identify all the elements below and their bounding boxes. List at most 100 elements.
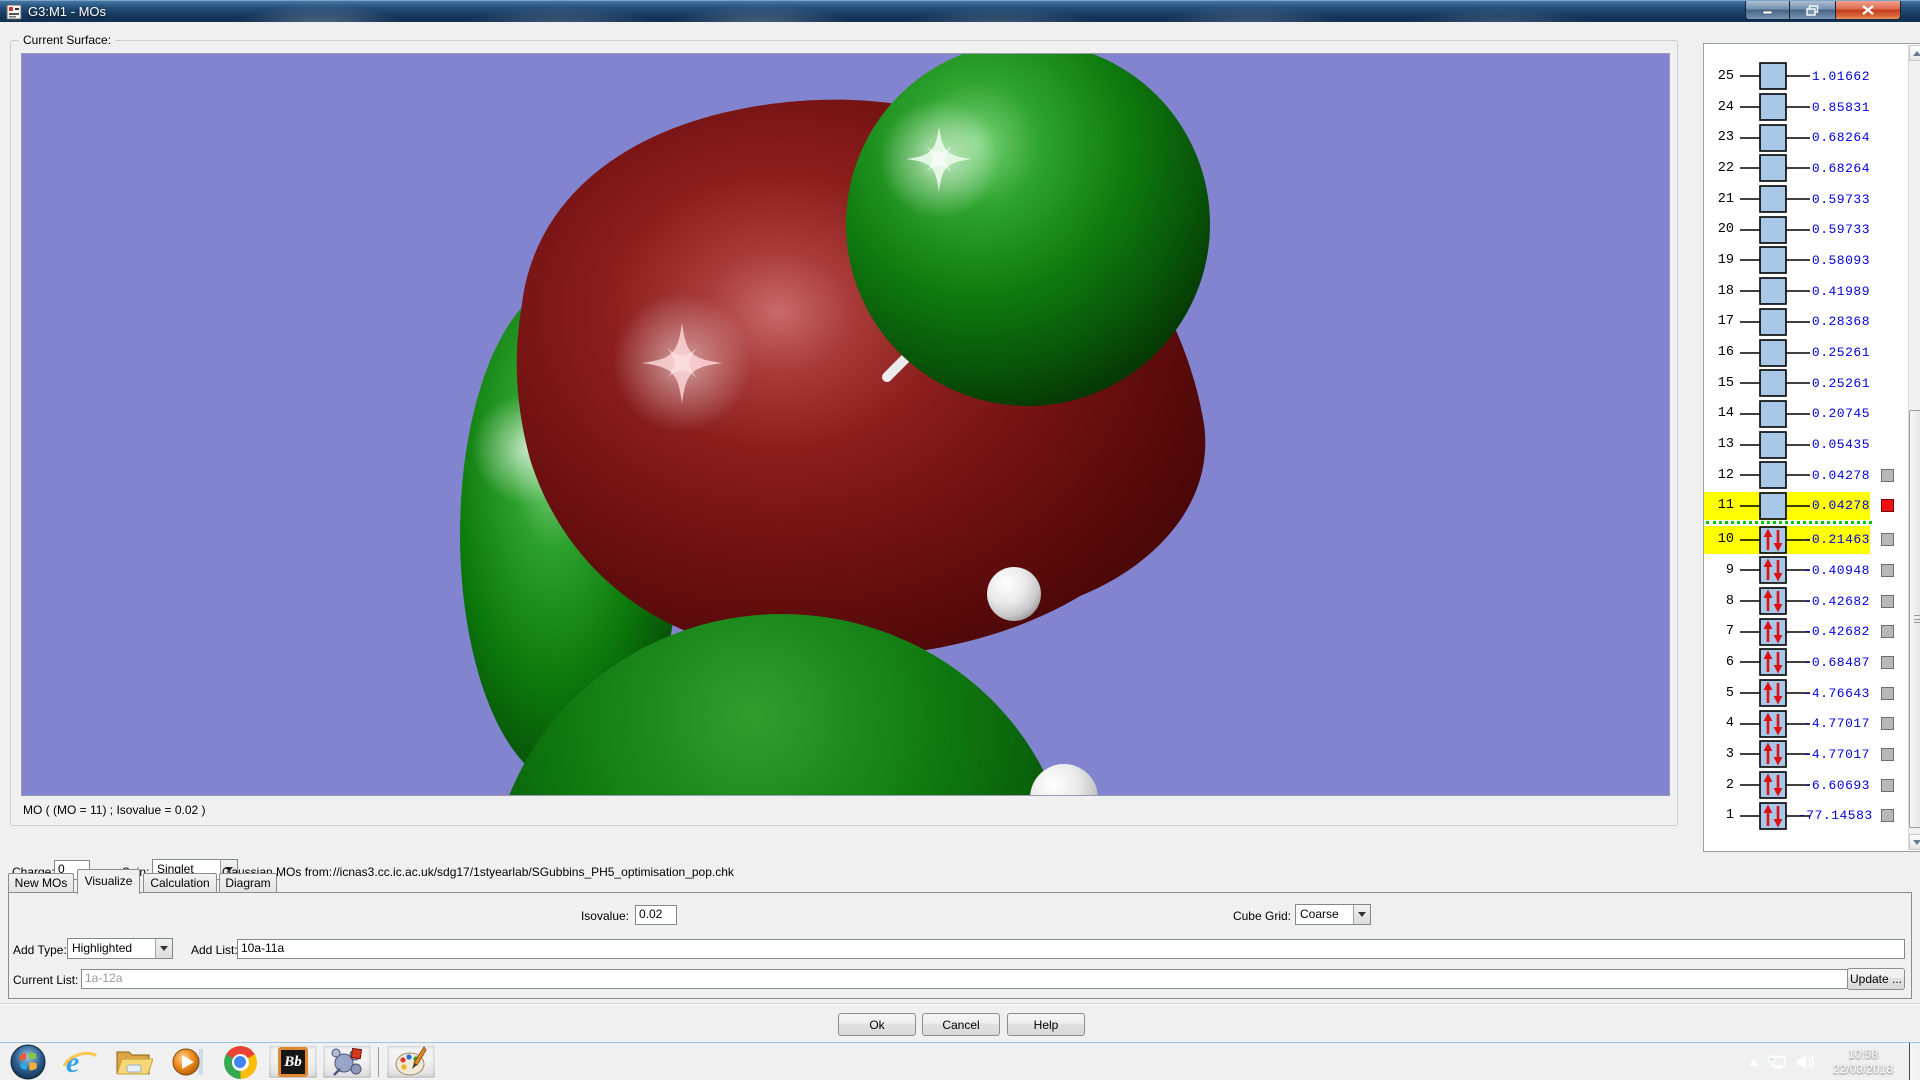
tab-calculation[interactable]: Calculation <box>143 873 217 893</box>
mo-row[interactable]: 5 -4.76643 <box>1704 678 1908 709</box>
mo-row[interactable]: 12 0.04278 <box>1704 460 1908 491</box>
mo-row[interactable]: 4 -4.77017 <box>1704 708 1908 739</box>
close-button[interactable] <box>1835 1 1901 20</box>
add-type-dropdown-button[interactable] <box>155 939 172 958</box>
mo-visualize-checkbox[interactable] <box>1881 499 1894 512</box>
tab-visualize[interactable]: Visualize <box>77 869 140 894</box>
mo-number: 19 <box>1706 253 1734 268</box>
mo-number: 5 <box>1706 686 1734 701</box>
scrollbar-thumb[interactable] <box>1909 410 1920 828</box>
mo-row[interactable]: 23 0.68264 <box>1704 122 1908 153</box>
current-list-input[interactable]: 1a-12a <box>81 969 1851 989</box>
mo-row[interactable]: 13 0.05435 <box>1704 429 1908 460</box>
volume-tray-icon[interactable] <box>1792 1053 1820 1071</box>
isovalue-input[interactable]: 0.02 <box>635 905 677 925</box>
paint-icon <box>394 1045 428 1079</box>
mo-visualize-checkbox[interactable] <box>1881 809 1894 822</box>
mo-row[interactable]: 17 0.28368 <box>1704 307 1908 338</box>
blackboard-app-button[interactable]: Bb <box>268 1045 318 1079</box>
mo-row[interactable]: 1 -77.14583 <box>1704 801 1908 832</box>
windows-explorer-icon[interactable] <box>112 1045 156 1079</box>
current-list-label: Current List: <box>13 973 78 987</box>
mo-visualize-checkbox[interactable] <box>1881 687 1894 700</box>
mo-energy-value: -0.42682 <box>1798 624 1870 639</box>
windows-logo-icon <box>10 1044 46 1080</box>
mo-row[interactable]: 21 0.59733 <box>1704 184 1908 215</box>
scroll-down-button[interactable] <box>1909 834 1920 850</box>
mo-row[interactable]: 25 1.01662 <box>1704 61 1908 92</box>
mo-row[interactable]: 10 -0.21463 <box>1704 524 1908 555</box>
mo-row[interactable]: 2 -6.60693 <box>1704 770 1908 801</box>
paint-app-button[interactable] <box>386 1045 436 1079</box>
tab-diagram[interactable]: Diagram <box>219 873 277 893</box>
add-list-input[interactable]: 10a-11a <box>237 939 1905 959</box>
cube-grid-dropdown[interactable]: Coarse <box>1295 904 1371 925</box>
mo-number: 12 <box>1706 468 1734 483</box>
ok-button[interactable]: Ok <box>838 1013 916 1036</box>
clock[interactable]: 10:58 22/03/2018 <box>1820 1047 1906 1077</box>
tab-new-mos[interactable]: New MOs <box>8 873 74 893</box>
mo-row[interactable]: 18 0.41989 <box>1704 276 1908 307</box>
clock-time: 10:58 <box>1820 1047 1906 1062</box>
separator <box>0 1003 1920 1005</box>
mo-visualize-checkbox[interactable] <box>1881 625 1894 638</box>
app-icon <box>6 4 22 20</box>
hidden-icons-button[interactable] <box>1744 1059 1764 1066</box>
mo-energy-value: -77.14583 <box>1798 808 1870 823</box>
mo-energy-value: 0.25261 <box>1798 345 1870 360</box>
help-button[interactable]: Help <box>1007 1013 1085 1036</box>
mo-energy-value: 0.28368 <box>1798 314 1870 329</box>
mo-visualize-checkbox[interactable] <box>1881 656 1894 669</box>
mo-row[interactable]: 8 -0.42682 <box>1704 586 1908 617</box>
mo-row[interactable]: 14 0.20745 <box>1704 399 1908 430</box>
mo-row[interactable]: 9 -0.40948 <box>1704 555 1908 586</box>
restore-button[interactable] <box>1790 1 1835 20</box>
cube-grid-label: Cube Grid: <box>1213 909 1291 923</box>
mo-visualize-checkbox[interactable] <box>1881 564 1894 577</box>
visualize-tab-page: Isovalue: 0.02 Cube Grid: Coarse Add Typ… <box>8 892 1912 999</box>
mo-row[interactable]: 6 -0.68487 <box>1704 647 1908 678</box>
mo-energy-value: 0.58093 <box>1798 253 1870 268</box>
mo-visualize-checkbox[interactable] <box>1881 779 1894 792</box>
mo-row[interactable]: 19 0.58093 <box>1704 245 1908 276</box>
mo-energy-value: 0.20745 <box>1798 406 1870 421</box>
clock-date: 22/03/2018 <box>1820 1062 1906 1077</box>
mo-energy-value: -0.40948 <box>1798 563 1870 578</box>
add-type-dropdown[interactable]: Highlighted <box>67 938 173 959</box>
mo-energy-value: 0.25261 <box>1798 376 1870 391</box>
mo-energy-value: 0.85831 <box>1798 100 1870 115</box>
show-desktop-button[interactable] <box>1909 1043 1920 1080</box>
update-button[interactable]: Update ... <box>1847 968 1905 990</box>
gaussview-molecule-icon <box>330 1045 364 1079</box>
internet-explorer-icon[interactable]: e <box>58 1045 102 1079</box>
molecule-3d-viewport[interactable] <box>21 53 1670 796</box>
mo-row[interactable]: 16 0.25261 <box>1704 337 1908 368</box>
mo-row[interactable]: 3 -4.77017 <box>1704 739 1908 770</box>
mo-visualize-checkbox[interactable] <box>1881 595 1894 608</box>
charge-spin-row: Charge: 0 Spin: Singlet Gaussian MOs fro… <box>0 858 1920 882</box>
mo-row[interactable]: 20 0.59733 <box>1704 214 1908 245</box>
mo-visualize-checkbox[interactable] <box>1881 717 1894 730</box>
media-player-icon[interactable] <box>166 1045 210 1079</box>
mo-visualize-checkbox[interactable] <box>1881 469 1894 482</box>
mo-visualize-checkbox[interactable] <box>1881 533 1894 546</box>
scroll-up-button[interactable] <box>1909 45 1920 61</box>
taskbar: e <box>0 1042 1920 1080</box>
start-button[interactable] <box>8 1045 48 1079</box>
mo-row[interactable]: 22 0.68264 <box>1704 153 1908 184</box>
chrome-icon[interactable] <box>218 1045 262 1079</box>
gaussview-app-button[interactable] <box>322 1045 372 1079</box>
window-titlebar[interactable]: G3:M1 - MOs <box>0 0 1920 22</box>
cube-grid-dropdown-button[interactable] <box>1353 905 1370 924</box>
mo-number: 22 <box>1706 161 1734 176</box>
mo-visualize-checkbox[interactable] <box>1881 748 1894 761</box>
mo-list-scrollbar[interactable] <box>1908 45 1920 850</box>
mo-row[interactable]: 15 0.25261 <box>1704 368 1908 399</box>
mo-row[interactable]: 24 0.85831 <box>1704 92 1908 123</box>
minimize-button[interactable] <box>1745 1 1790 20</box>
network-tray-icon[interactable] <box>1764 1053 1792 1071</box>
mo-number: 20 <box>1706 222 1734 237</box>
mo-row[interactable]: 7 -0.42682 <box>1704 616 1908 647</box>
mo-row[interactable]: 11 0.04278 <box>1704 491 1908 522</box>
cancel-button[interactable]: Cancel <box>922 1013 1000 1036</box>
